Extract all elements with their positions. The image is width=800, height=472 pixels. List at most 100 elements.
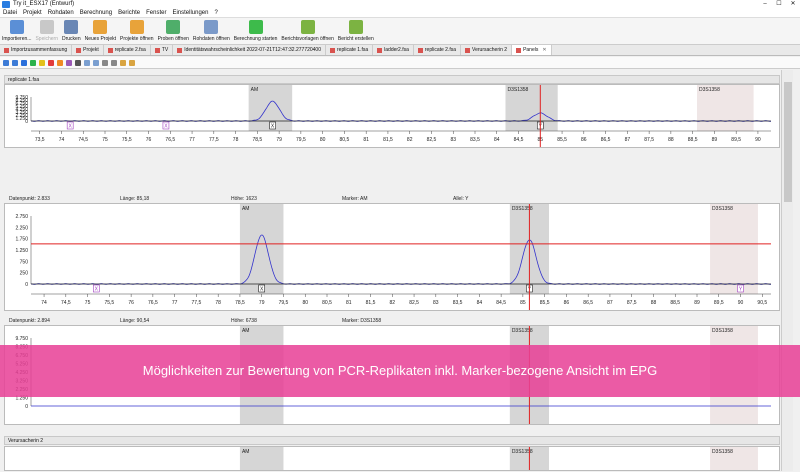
info-marker: Marker: AM [342, 196, 368, 202]
toolbar-icon [204, 20, 219, 34]
x-tick-label: 78 [233, 137, 239, 143]
toolbar-button-neues-projekt[interactable]: Neues Projekt [85, 18, 116, 42]
toolbar-button-berechnung-starten[interactable]: Berechnung starten [233, 18, 278, 42]
dye-blue-icon[interactable] [21, 59, 27, 66]
editor-tab[interactable]: Panels ✕ [512, 45, 552, 55]
marker-label: D3S1358 [712, 328, 733, 334]
x-tick-label: 89,5 [714, 300, 724, 306]
dye-purple-icon[interactable] [66, 59, 72, 66]
dye-yellow-icon[interactable] [39, 59, 45, 66]
x-tick-label: 81 [346, 300, 352, 306]
x-tick-label: 88 [668, 137, 674, 143]
editor-tab[interactable]: Identitätswahrscheinlichkeit 2022-07-21T… [173, 45, 326, 55]
navigate-forward-icon[interactable] [12, 59, 18, 66]
menu-item--[interactable]: ? [214, 9, 217, 17]
grid-view-icon[interactable] [75, 59, 81, 66]
info-datenpunkt: Datenpunkt: 2.894 [9, 318, 50, 324]
zoom-in-icon[interactable] [102, 59, 108, 66]
editor-tab[interactable]: Importzusammenfassung [0, 45, 73, 55]
x-tick-label: 79,5 [296, 137, 306, 143]
x-tick-label: 89 [694, 300, 700, 306]
dye-red-icon[interactable] [48, 59, 54, 66]
menu-item-datei[interactable]: Datei [3, 9, 17, 17]
y-tick-label: 9.750 [15, 336, 28, 342]
editor-tab[interactable]: replicate 2.fsa [104, 45, 151, 55]
document-icon [177, 47, 183, 53]
toolbar-button-proben-ffnen[interactable]: Proben öffnen [158, 18, 189, 42]
menu-item-berichte[interactable]: Berichte [118, 9, 140, 17]
editor-tab[interactable]: ladder2.fsa [373, 45, 414, 55]
x-tick-label: 87,5 [627, 300, 637, 306]
editor-tab[interactable]: Projekt [72, 45, 104, 55]
x-tick-label: 77,5 [192, 300, 202, 306]
x-tick-label: 76,5 [165, 137, 175, 143]
minimize-button[interactable]: – [758, 0, 772, 9]
dye-orange-icon[interactable] [57, 59, 63, 66]
menu-item-fenster[interactable]: Fenster [146, 9, 166, 17]
editor-tab[interactable]: TV [151, 45, 174, 55]
editor-tab[interactable]: replicate 2.fsa [414, 45, 462, 55]
x-tick-label: 84,5 [496, 300, 506, 306]
electropherogram-plot[interactable]: AMD3S1358D3S13589.7508.2506.7505.2504.25… [4, 84, 780, 148]
x-tick-label: 78 [215, 300, 221, 306]
toolbar-label: Rohdaten öffnen [192, 36, 230, 42]
filter-icon[interactable] [120, 59, 126, 66]
dye-green-icon[interactable] [30, 59, 36, 66]
toolbar-button-berichtsvorlagen-ffnen[interactable]: Berichtsvorlagen öffnen [281, 18, 334, 42]
electropherogram-plot[interactable]: AM D3S1358 D3S1358 2.750 2.250 1.750 1.250 750 2… [4, 203, 780, 311]
document-icon [4, 47, 9, 53]
document-icon [465, 47, 471, 53]
navigate-back-icon[interactable] [3, 59, 9, 66]
editor-tab[interactable]: Verursacherin 2 [461, 45, 513, 55]
x-tick-label: 89 [712, 137, 718, 143]
x-tick-label: 81,5 [383, 137, 393, 143]
y-tick-label: 0 [25, 119, 28, 125]
menu-item-projekt[interactable]: Projekt [23, 9, 42, 17]
zoom-out-icon[interactable] [111, 59, 117, 66]
toolbar-button-bericht-erstellen[interactable]: Bericht erstellen [338, 18, 374, 42]
settings-icon[interactable] [129, 59, 135, 66]
x-tick-label: 82,5 [427, 137, 437, 143]
menu-item-berechnung[interactable]: Berechnung [80, 9, 112, 17]
menu-bar: Datei Projekt Rohdaten Berechnung Berichte Fe… [0, 9, 800, 18]
x-tick-label: 77 [172, 300, 178, 306]
menu-item-einstellungen[interactable]: Einstellungen [172, 9, 208, 17]
vertical-scrollbar[interactable] [781, 70, 793, 471]
electropherogram-plot[interactable]: AM D3S1358 D3S1358 [4, 446, 780, 471]
maximize-button[interactable]: ☐ [772, 0, 786, 9]
tab-label: TV [161, 46, 169, 53]
toolbar-label: Berechnung starten [233, 36, 278, 42]
editor-tab[interactable]: replicate 1.fsa [326, 45, 374, 55]
close-tab-icon[interactable]: ✕ [542, 45, 546, 56]
overlay-banner: Möglichkeiten zur Bewertung von PCR-Repl… [0, 345, 800, 397]
x-tick-label: 78,5 [235, 300, 245, 306]
main-toolbar: Importieren... Speichern Drucken Neues Proj… [0, 18, 800, 45]
toolbar-button-speichern[interactable]: Speichern [35, 18, 58, 42]
window-titlebar: Try it_ESX17 (Entwurf) – ☐ ✕ [0, 0, 800, 9]
x-tick-label: 79 [259, 300, 265, 306]
info-datenpunkt: Datenpunkt: 2.833 [9, 196, 50, 202]
fit-icon[interactable] [93, 59, 99, 66]
x-tick-label: 75,5 [104, 300, 114, 306]
scrollbar-thumb[interactable] [784, 82, 792, 202]
x-tick-label: 83 [450, 137, 456, 143]
toolbar-icon [300, 20, 315, 34]
toolbar-button-rohdaten-ffnen[interactable]: Rohdaten öffnen [193, 18, 230, 42]
close-button[interactable]: ✕ [786, 0, 800, 9]
x-tick-label: 76 [146, 137, 152, 143]
y-tick-label: 0 [25, 282, 28, 288]
x-tick-label: 79,5 [279, 300, 289, 306]
toolbar-button-projekte-ffnen[interactable]: Projekte öffnen [120, 18, 154, 42]
window-title: Try it_ESX17 (Entwurf) [13, 1, 75, 7]
trace-line [30, 100, 771, 122]
tab-label: replicate 1.fsa [337, 46, 369, 53]
x-tick-label: 76,5 [148, 300, 158, 306]
info-laenge: Länge: 90,54 [120, 318, 150, 324]
toolbar-button-importieren[interactable]: Importieren... [2, 18, 31, 42]
tab-label: replicate 2.fsa [424, 46, 457, 53]
zoom-icon[interactable] [84, 59, 90, 66]
toolbar-label: Drucken [61, 36, 81, 42]
toolbar-button-drucken[interactable]: Drucken [62, 18, 81, 42]
menu-item-rohdaten[interactable]: Rohdaten [48, 9, 74, 17]
x-tick-label: 86 [564, 300, 570, 306]
